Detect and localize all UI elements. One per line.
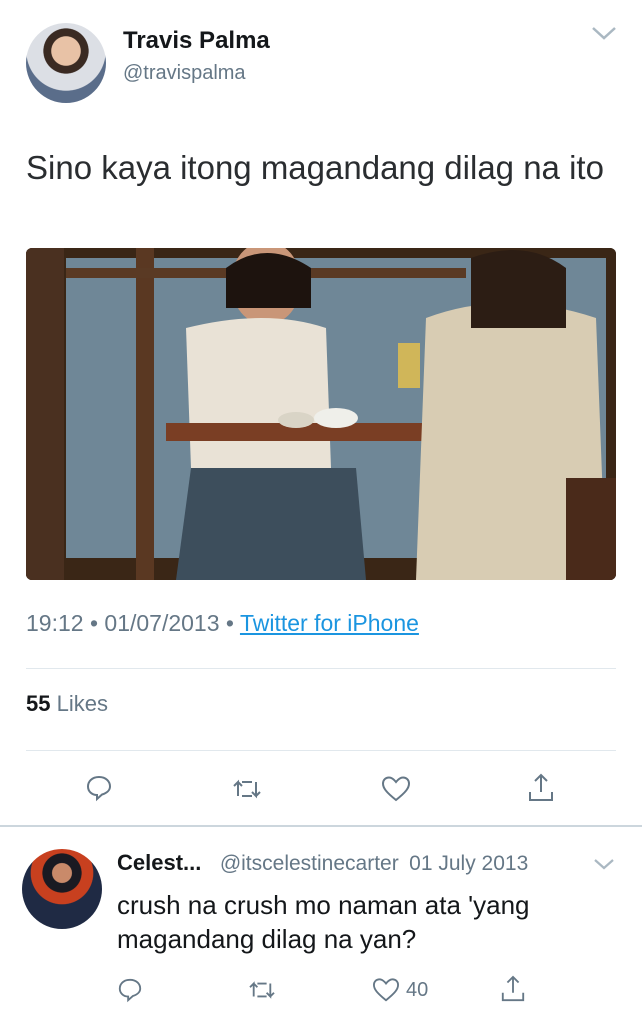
divider: [26, 750, 616, 751]
tweet-text: Sino kaya itong magandang dilag na ito: [26, 149, 604, 186]
tweet-date: 01/07/2013: [104, 610, 220, 636]
likes-summary[interactable]: 55 Likes: [26, 691, 108, 717]
author-handle[interactable]: @travispalma: [123, 62, 246, 85]
share-icon[interactable]: [527, 772, 555, 804]
likes-label: Likes: [56, 691, 108, 716]
heart-icon[interactable]: [372, 977, 400, 1003]
reply-text: crush na crush mo naman ata 'yang magand…: [117, 890, 530, 954]
speech-bubble-icon[interactable]: [117, 977, 143, 1003]
chevron-down-icon[interactable]: [593, 857, 615, 871]
likes-count: 55: [26, 691, 51, 716]
share-icon[interactable]: [500, 974, 526, 1004]
section-divider: [0, 825, 642, 827]
retweet-icon[interactable]: [246, 978, 278, 1002]
reply-like-count: 40: [406, 979, 429, 1001]
separator-dot: •: [89, 610, 105, 636]
reply-author-name[interactable]: Celest...: [117, 850, 201, 875]
tweet-photo[interactable]: [26, 248, 616, 580]
tweet-time: 19:12: [26, 610, 84, 636]
chevron-down-icon[interactable]: [591, 24, 617, 42]
reply-author-avatar[interactable]: [22, 849, 102, 929]
tweet-source-link[interactable]: Twitter for iPhone: [240, 610, 419, 636]
retweet-icon[interactable]: [230, 776, 264, 802]
separator-dot: •: [225, 610, 240, 636]
heart-icon[interactable]: [381, 775, 411, 803]
author-avatar[interactable]: [26, 23, 106, 103]
tweet-meta: 19:12 • 01/07/2013 • Twitter for iPhone: [26, 610, 419, 637]
reply-author-handle[interactable]: @itscelestinecarter: [220, 852, 399, 875]
reply-header: Celest... @itscelestinecarter 01 July 20…: [117, 850, 528, 876]
speech-bubble-icon[interactable]: [85, 774, 113, 802]
author-name[interactable]: Travis Palma: [123, 27, 270, 55]
reply-date: 01 July 2013: [409, 852, 529, 875]
divider: [26, 668, 616, 669]
